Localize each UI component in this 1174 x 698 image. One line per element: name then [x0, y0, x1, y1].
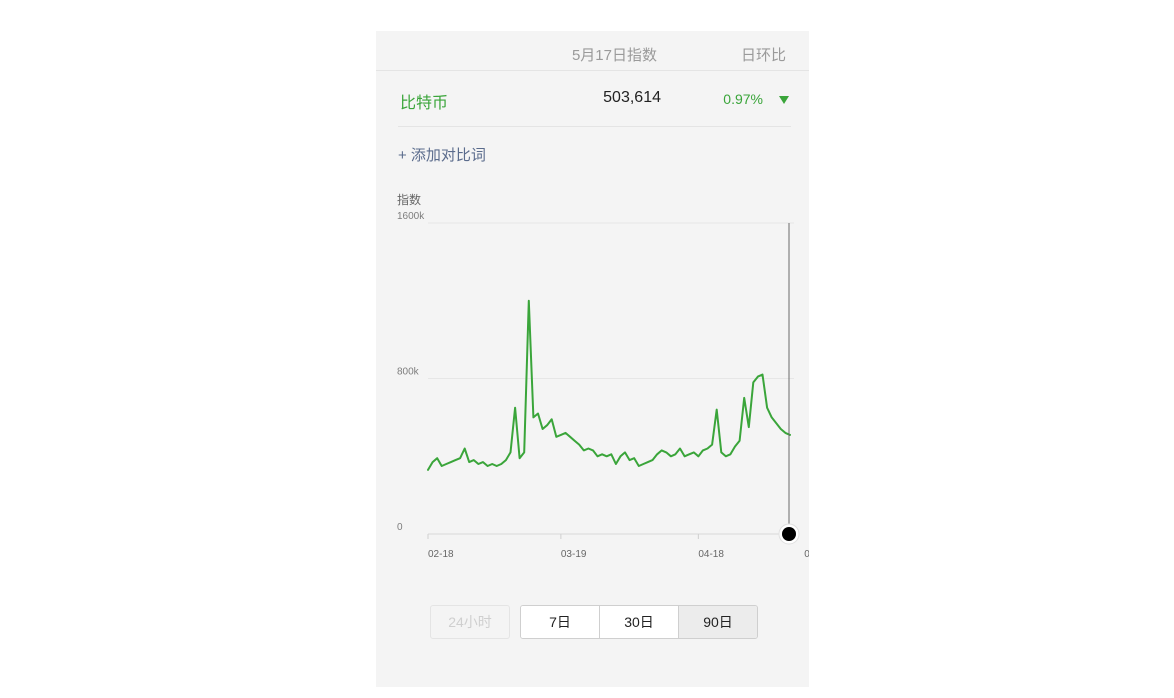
range-24h-button[interactable]: 24小时	[430, 605, 510, 639]
range-segment-group: 7日 30日 90日	[520, 605, 758, 639]
trend-chart: 指数 0 800k 1600k 02-18 03-19 04-18 05-17	[376, 181, 809, 601]
x-tick-label: 04-18	[698, 549, 724, 560]
y-tick-label: 800k	[397, 367, 420, 378]
keyword-term: 比特币	[400, 95, 449, 112]
series-line	[427, 299, 791, 471]
keyword-index-value: 503,614	[603, 89, 661, 106]
trend-panel: 5月17日指数 日环比 比特币 503,614 0.97% + 添加对比词 指数…	[376, 31, 809, 687]
range-90d-button[interactable]: 90日	[679, 606, 757, 638]
down-arrow-icon	[779, 96, 789, 104]
keyword-change-value: 0.97%	[723, 91, 763, 107]
y-axis-title: 指数	[397, 192, 421, 207]
x-tick-label: 02-18	[428, 549, 454, 560]
y-tick-label: 1600k	[397, 211, 425, 222]
x-tick-label: 03-19	[561, 549, 587, 560]
range-30d-button[interactable]: 30日	[600, 606, 679, 638]
y-tick-label: 0	[397, 522, 403, 533]
selection-marker-dot	[782, 527, 796, 541]
x-tick-label: 05-17	[804, 549, 809, 560]
add-compare-link[interactable]: + 添加对比词	[398, 144, 486, 165]
table-header: 5月17日指数 日环比	[376, 31, 809, 71]
range-7d-button[interactable]: 7日	[521, 606, 600, 638]
keyword-row[interactable]: 比特币 503,614 0.97%	[398, 71, 791, 127]
index-column-label: 5月17日指数	[571, 47, 657, 64]
trend-chart-svg: 指数 0 800k 1600k 02-18 03-19 04-18 05-17	[397, 192, 809, 560]
range-selector: 24小时 7日 30日 90日	[430, 605, 758, 639]
change-column-label: 日环比	[740, 47, 786, 64]
